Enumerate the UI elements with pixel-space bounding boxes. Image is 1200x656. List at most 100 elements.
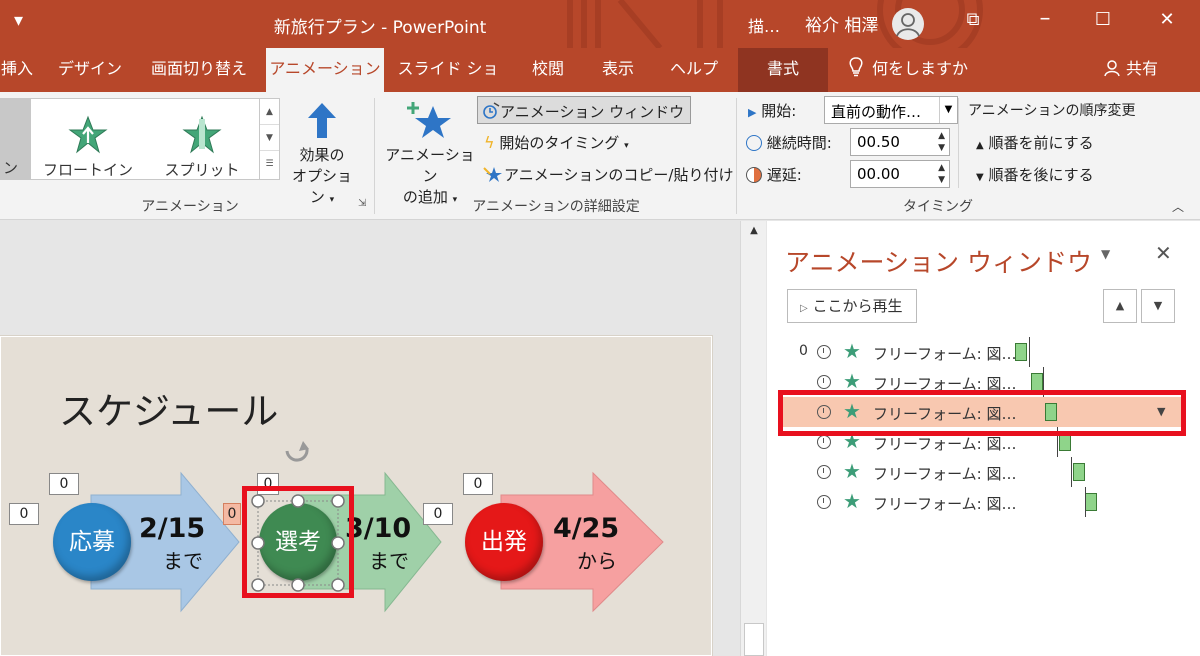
tab-view[interactable]: 表示: [590, 48, 646, 92]
timeline-bar[interactable]: [1015, 343, 1027, 361]
animation-painter-label: アニメーションのコピー/貼り付け: [504, 166, 734, 184]
tell-me-box[interactable]: 何をしますか: [848, 48, 968, 92]
animation-pane-label: アニメーション ウィンドウ: [500, 103, 685, 121]
highlight-selected-shape: [242, 486, 354, 598]
animation-gallery[interactable]: ン フロートイン スプリット ▲ ▼ ☰: [0, 98, 280, 180]
gallery-scroll[interactable]: ▲ ▼ ☰: [259, 99, 279, 179]
scroll-thumb[interactable]: [744, 623, 764, 656]
step-date-departure[interactable]: 4/25: [553, 513, 619, 544]
animation-pane-button[interactable]: アニメーション ウィンドウ: [477, 96, 692, 124]
gallery-item-label: ン: [3, 159, 19, 177]
split-label: スプリット: [164, 161, 240, 179]
animation-list-item[interactable]: 0 ★ フリーフォーム: 図…: [781, 337, 1183, 367]
animation-item-label: フリーフォーム: 図…: [873, 435, 1017, 453]
clock-icon: [746, 135, 762, 151]
slide-editing-area: スケジュール 0 0 0 0 0 0 応募 2/15 まで 3/10 まで 選考…: [0, 221, 740, 656]
animation-list-item[interactable]: ★ フリーフォーム: 図…: [781, 487, 1183, 517]
ribbon-tabs: 挿入 デザイン 画面切り替え アニメーション スライド ショー 校閲 表示 ヘル…: [0, 48, 1200, 120]
timeline-bar[interactable]: [1085, 493, 1097, 511]
rotate-handle-icon[interactable]: [285, 441, 309, 462]
highlight-selected-animation: [778, 390, 1186, 436]
add-animation-button[interactable]: アニメーション の追加 ▾: [384, 100, 476, 207]
timeline-bar[interactable]: [1073, 463, 1085, 481]
step-circle-departure[interactable]: 出発: [465, 503, 543, 581]
delay-label: 遅延:: [746, 164, 802, 185]
move-down-button[interactable]: ▼: [1141, 289, 1175, 323]
delay-stepper[interactable]: 00.00 ▲ ▼: [850, 160, 950, 188]
dialog-launcher-icon[interactable]: ⇲: [358, 198, 366, 209]
play-from-button[interactable]: ▷ ここから再生: [787, 289, 917, 323]
share-label: 共有: [1126, 59, 1159, 78]
gallery-item-selected[interactable]: ン: [1, 99, 31, 179]
ribbon-display-options-icon[interactable]: ⧉: [958, 9, 988, 39]
step-circle-apply[interactable]: 応募: [53, 503, 131, 581]
tab-review[interactable]: 校閲: [520, 48, 576, 92]
duration-label: 継続時間:: [746, 132, 832, 153]
move-later-button[interactable]: ▼ 順番を後にする: [976, 164, 1094, 185]
tab-insert[interactable]: 挿入: [0, 48, 34, 92]
tab-transitions[interactable]: 画面切り替え: [140, 48, 258, 92]
animation-order-number: 0: [799, 343, 808, 359]
pane-options-icon[interactable]: ▼: [1101, 247, 1110, 261]
animation-pane-title: アニメーション ウィンドウ: [785, 248, 1092, 277]
step-sub-selection[interactable]: まで: [369, 545, 409, 574]
gallery-item-split[interactable]: スプリット: [147, 115, 257, 185]
triangle-down-icon: ▼: [976, 172, 984, 183]
avatar[interactable]: [892, 8, 924, 40]
user-name[interactable]: 裕介 相澤: [805, 11, 878, 36]
clock-icon: [817, 495, 831, 509]
step-date-apply[interactable]: 2/15: [139, 513, 205, 544]
minimize-button[interactable]: –: [1030, 6, 1060, 36]
clock-icon: [817, 435, 831, 449]
gallery-up-icon[interactable]: ▲: [260, 99, 279, 125]
animation-list-item[interactable]: ★ フリーフォーム: 図…: [781, 457, 1183, 487]
tab-design[interactable]: デザイン: [48, 48, 132, 92]
chevron-down-icon[interactable]: ▼: [939, 97, 957, 123]
step-date-selection[interactable]: 3/10: [345, 513, 411, 544]
maximize-button[interactable]: ☐: [1088, 9, 1118, 39]
timeline-bar[interactable]: [1031, 373, 1043, 391]
animation-tag: 0: [223, 503, 241, 525]
scroll-up-icon[interactable]: ▲: [741, 225, 767, 236]
slide-scrollbar[interactable]: ▲: [740, 221, 766, 656]
step-sub-departure[interactable]: から: [577, 545, 617, 574]
animation-item-label: フリーフォーム: 図…: [873, 345, 1017, 363]
timeline-line: [1071, 457, 1072, 487]
tab-animations[interactable]: アニメーション: [266, 48, 384, 92]
group-separator: [736, 98, 737, 214]
tab-slideshow[interactable]: スライド ショー: [392, 48, 504, 120]
group-label-timing: タイミング: [903, 199, 973, 215]
spinner-arrows-icon[interactable]: ▲ ▼: [938, 162, 945, 186]
step-sub-apply[interactable]: まで: [163, 545, 203, 574]
spinner-arrows-icon[interactable]: ▲ ▼: [938, 130, 945, 154]
gallery-more-icon[interactable]: ☰: [260, 151, 279, 177]
close-pane-icon[interactable]: ✕: [1155, 241, 1172, 265]
clock-icon: [817, 465, 831, 479]
close-button[interactable]: ✕: [1152, 9, 1182, 39]
tab-help[interactable]: ヘルプ: [662, 48, 726, 92]
lightning-icon: ϟ: [484, 133, 495, 152]
trigger-button[interactable]: ϟ 開始のタイミング ▾: [484, 132, 629, 153]
share-button[interactable]: 共有: [1104, 48, 1158, 92]
clock-icon: [817, 345, 831, 359]
gallery-item-float-in[interactable]: フロートイン: [33, 115, 143, 185]
effect-options-line1: 効果の: [299, 146, 345, 164]
animation-tag: 0: [9, 503, 39, 525]
animation-painter-button[interactable]: アニメーションのコピー/貼り付け: [482, 164, 733, 185]
animation-painter-icon: [483, 167, 502, 182]
add-animation-line1: アニメーション: [385, 146, 475, 185]
duration-stepper[interactable]: 00.50 ▲ ▼: [850, 128, 950, 156]
move-earlier-button[interactable]: ▲ 順番を前にする: [976, 132, 1094, 153]
group-label-animation: アニメーション: [141, 199, 239, 215]
move-up-button[interactable]: ▲: [1103, 289, 1137, 323]
window-title: 新旅行プラン - PowerPoint: [273, 18, 487, 38]
effect-options-button[interactable]: 効果の オプション ▾: [286, 100, 358, 207]
timeline-line: [1029, 337, 1030, 367]
collapse-ribbon-icon[interactable]: ︿: [1172, 198, 1184, 215]
slide-canvas[interactable]: スケジュール 0 0 0 0 0 0 応募 2/15 まで 3/10 まで 選考…: [0, 336, 712, 656]
start-select[interactable]: 直前の動作… ▼: [824, 96, 958, 124]
ribbon-animations: ン フロートイン スプリット ▲ ▼ ☰ 効果の オプション ▾ アニメーション…: [0, 92, 1200, 220]
add-star-icon: [407, 102, 451, 138]
gallery-down-icon[interactable]: ▼: [260, 125, 279, 151]
tab-format[interactable]: 書式: [738, 48, 828, 92]
